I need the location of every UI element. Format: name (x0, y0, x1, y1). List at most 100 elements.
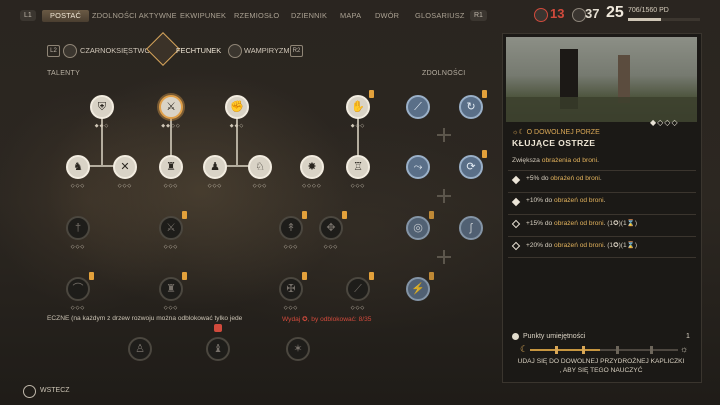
lock-icon (214, 324, 222, 332)
unlock-requirement-text: Wydaj ✪, by odblokować: 8/35 (282, 315, 371, 323)
warning-badge (182, 211, 187, 219)
tower-icon: ♜ (166, 282, 176, 295)
ultimate-node-1[interactable]: ♙ (125, 334, 155, 364)
tab-zdolnosci-aktywne[interactable]: ZDOLNOŚCI AKTYWNE (92, 10, 177, 22)
talent-node-guard[interactable]: ✋ ◆◇◇ (343, 90, 374, 129)
warning-badge (182, 272, 187, 280)
ultimate-hint-text: ECZNE (na każdym z drzew rozwoju można o… (47, 315, 243, 322)
vampirism-icon[interactable] (228, 44, 242, 58)
warning-badge (482, 90, 487, 98)
day-night-progress (530, 349, 678, 351)
burst-icon: ✸ (307, 160, 317, 173)
xp-bar (628, 18, 700, 21)
tab-dwor[interactable]: DWÓR (375, 10, 399, 22)
r2-button[interactable]: R2 (290, 45, 303, 57)
pillar-icon: ♖ (353, 160, 363, 173)
blood-counter: 13 (550, 6, 565, 21)
talent-node-locked[interactable]: ♜ ◇◇◇ (156, 272, 187, 311)
talent-node-locked[interactable]: ↟ ◇◇◇ (276, 211, 307, 250)
curve-icon: ⌒ (72, 282, 84, 295)
tab-glosariusz[interactable]: GLOSARIUSZ (415, 10, 465, 22)
grid-cross-decoration (437, 189, 451, 203)
talent-node-locked[interactable]: ✥ ◇◇◇ (316, 211, 347, 250)
r1-shoulder-button[interactable]: R1 (470, 10, 487, 21)
sweep-icon: ⤳ (413, 160, 423, 173)
ability-node-1[interactable]: ⟋ (403, 92, 433, 122)
school-tab-wampiryzm[interactable]: WAMPIRYZM (244, 46, 290, 55)
l1-shoulder-button[interactable]: L1 (20, 10, 36, 21)
shield-icon: ⛨ (97, 100, 107, 113)
talent-node-armor[interactable]: ♟ ◇◇◇ (200, 152, 230, 189)
ability-node-4[interactable]: ⟳ (456, 150, 487, 182)
shrine-hint-line1: UDAJ SIĘ DO DOWOLNEJ PRZYDROŻNEJ KAPLICZ… (517, 358, 685, 365)
gauntlet-icon: ✋ (351, 100, 365, 113)
dagger-icon: † (74, 221, 82, 234)
hook-icon: ʃ (469, 221, 473, 234)
talent-node-locked[interactable]: ⟋ ◇◇◇ (343, 272, 374, 311)
whirl-icon: ↻ (466, 100, 476, 113)
sigil-icon: ✥ (326, 221, 336, 234)
tab-dziennik[interactable]: DZIENNIK (291, 10, 327, 22)
skill-points-value: 1 (686, 333, 690, 340)
school-tab-fechtunek[interactable]: FECHTUNEK (176, 46, 221, 55)
shrine-hint-line2: , ABY SIĘ TEGO NAUCZYĆ (559, 367, 643, 374)
horse-icon: ♞ (73, 160, 83, 173)
ultimate-node-2[interactable]: ♝ (203, 334, 233, 364)
talent-node-locked[interactable]: ⚔ ◇◇◇ (156, 211, 187, 250)
talent-node-locked[interactable]: ✠ ◇◇◇ (276, 272, 307, 311)
coin-counter: 37 (585, 6, 600, 21)
tab-postac[interactable]: POSTAĆ (42, 10, 90, 22)
character-level: 25 (606, 4, 624, 21)
blood-icon (534, 8, 548, 22)
talent-node-shield[interactable]: ⛨ ◆◆◇ (87, 92, 117, 129)
ability-node-6[interactable]: ʃ (456, 213, 486, 243)
warning-badge (302, 211, 307, 219)
skill-point-icon (512, 333, 519, 340)
ability-node-2[interactable]: ↻ (456, 90, 487, 122)
whirlwind-icon: ⟳ (466, 160, 476, 173)
l2-button[interactable]: L2 (47, 45, 60, 57)
back-button[interactable]: WSTECZ (40, 387, 70, 394)
ultimate-node-3[interactable]: ✶ (283, 334, 313, 364)
coin-icon (572, 8, 586, 22)
spend-suffix: , by odblokować: 8/35 (307, 316, 372, 323)
talent-node-locked[interactable]: † ◇◇◇ (63, 213, 93, 250)
talent-node-strength[interactable]: ✊ ◆◆◇ (222, 92, 252, 129)
tab-ekwipunek[interactable]: EKWIPUNEK (180, 10, 226, 22)
top-navigation-bar: L1 POSTAĆ ZDOLNOŚCI AKTYWNE EKWIPUNEK RZ… (0, 0, 720, 32)
grid-cross-decoration (437, 250, 451, 264)
talent-node-arrows[interactable]: ✕ ◇◇◇ (110, 152, 140, 189)
rank-row-2: +10% do obrażeń od broni. (508, 192, 696, 213)
rank-row-3: +15% do obrażeń od broni. (1✪)(1⌛) (508, 214, 696, 235)
warning-badge (369, 272, 374, 280)
talent-node-castle[interactable]: ♜ ◇◇◇ (156, 152, 186, 189)
talent-node-beast[interactable]: ♘ ◇◇◇ (245, 152, 275, 189)
talent-node-burst[interactable]: ✸ ◇◇◇◇ (297, 152, 327, 189)
ability-node-3[interactable]: ⤳ (403, 152, 433, 182)
tab-rzemioslo[interactable]: RZEMIOSŁO (234, 10, 279, 22)
talent-node-piercing-blade[interactable]: ⚔ ◆◆◇◇ (156, 92, 186, 129)
talent-node-pillar[interactable]: ♖ ◇◇◇ (343, 152, 373, 189)
talent-node-horse[interactable]: ♞ ◇◇◇ (63, 152, 93, 189)
progress-tick (616, 346, 619, 354)
claw-icon: ✠ (286, 282, 296, 295)
rank-filled-diamond-icon (511, 197, 521, 207)
day-night-progress-fill (530, 349, 600, 351)
tab-mapa[interactable]: MAPA (340, 10, 361, 22)
sorcery-icon[interactable] (63, 44, 77, 58)
spear-icon: ↟ (286, 221, 296, 234)
grid-cross-decoration (437, 128, 451, 142)
ability-node-7[interactable]: ⚡ (403, 272, 434, 304)
progress-tick (650, 346, 653, 354)
school-tab-czarnoksiestwo[interactable]: CZARNOKSIĘSTWO (80, 46, 150, 55)
progress-tick (555, 346, 558, 354)
armor-icon: ♟ (210, 160, 220, 173)
warning-badge (89, 272, 94, 280)
rank-filled-diamond-icon (511, 175, 521, 185)
spike-icon: ⟋ (354, 282, 362, 295)
circle-button-icon[interactable] (23, 385, 36, 398)
ability-node-5[interactable]: ◎ (403, 211, 434, 243)
talent-node-locked[interactable]: ⌒ ◇◇◇ (63, 272, 94, 311)
rank-row-4: +20% do obrażeń od broni. (1✪)(1⌛) (508, 236, 696, 258)
chalice-icon: ♝ (213, 342, 223, 355)
